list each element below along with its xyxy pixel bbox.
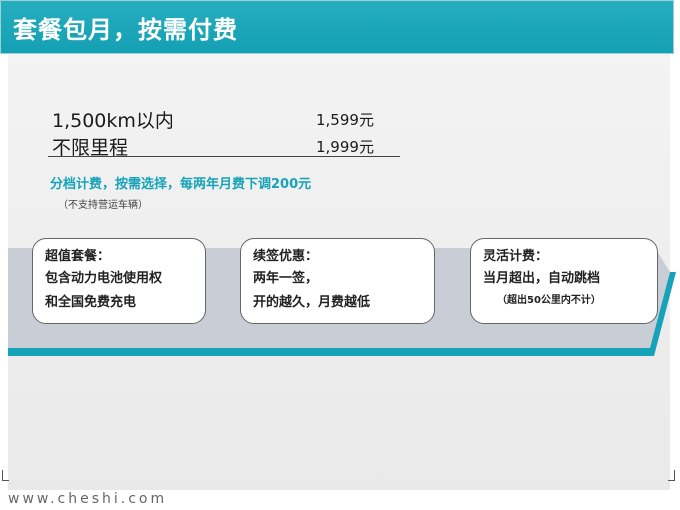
card-line: 和全国免费充电	[45, 295, 137, 310]
benefit-card-renewal: 续签优惠： 两年一签， 开的越久，月费越低	[240, 238, 435, 324]
benefit-card-package: 超值套餐： 包含动力电池使用权 和全国免费充电	[32, 238, 206, 324]
card-title: 续签优惠：	[253, 249, 319, 264]
card-line: 开的越久，月费越低	[253, 295, 371, 310]
benefit-card-billing: 灵活计费： 当月超出，自动跳档 （超出50公里内不计）	[470, 238, 658, 324]
card-line: 两年一签，	[253, 271, 319, 286]
site-watermark: www.cheshi.com	[8, 491, 168, 507]
card-title: 超值套餐：	[45, 249, 111, 264]
card-line: 当月超出，自动跳档	[483, 271, 601, 286]
card-line: 包含动力电池使用权	[45, 271, 163, 286]
card-footnote: （超出50公里内不计）	[497, 295, 601, 306]
card-title: 灵活计费：	[483, 249, 549, 264]
